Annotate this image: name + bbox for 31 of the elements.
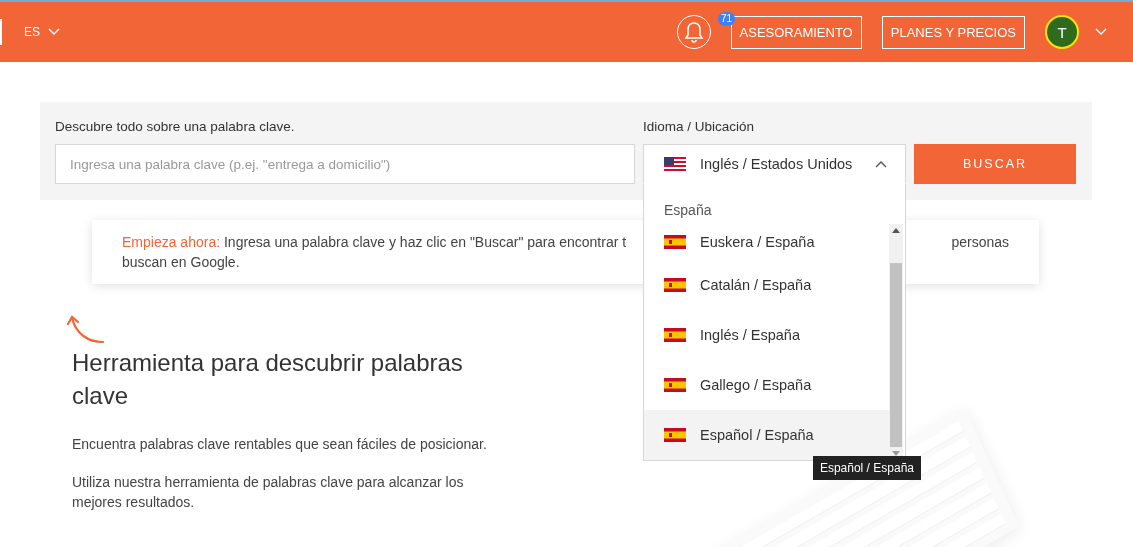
locale-option[interactable]: Euskera / España [644,224,889,260]
section-heading: Herramienta para descubrir palabras clave [72,348,464,411]
description-text: Utiliza nuestra herramienta de palabras clave para alcanzar los mejores resultados. [72,473,465,512]
chevron-down-icon[interactable] [1095,28,1107,36]
scroll-down-arrow-icon[interactable] [892,451,900,456]
spain-flag-icon [664,278,686,292]
locale-option[interactable]: Catalán / España [644,260,889,310]
chevron-down-icon [48,28,60,36]
keyword-input[interactable]: Ingresa una palabra clave (p.ej. "entrega a domicilio") [55,144,635,184]
us-flag-icon [664,157,686,171]
group-label: España [663,201,713,220]
tip-text: buscan en Google. [122,254,241,270]
locale-option[interactable]: Inglés / España [644,310,889,360]
chevron-icon [875,160,887,168]
spain-flag-icon [664,328,686,342]
field-label: Descubre todo sobre una palabra clave. [55,119,296,134]
field-label: Idioma / Ubicación [643,119,756,134]
spain-flag-icon [664,428,686,442]
tip-text: Empieza ahora: Ingresa una palabra clave y haz clic en "Buscar" para encontrar t [122,234,627,250]
user-avatar[interactable]: T [1045,15,1079,49]
scroll-up-arrow-icon[interactable] [892,228,900,233]
locale-select[interactable]: Inglés / Estados Unidos [643,144,906,184]
locale-option[interactable]: Español / España [644,410,889,460]
notification-count: 71 [718,12,736,26]
tip-text: personas [951,234,1009,250]
bell-icon [683,21,704,43]
locale-option[interactable]: Gallego / España [644,360,889,410]
spain-flag-icon [664,378,686,392]
spain-flag-icon [664,235,686,249]
description-text: Encuentra palabras clave rentables que sean fáciles de posicionar. [72,435,488,454]
tooltip: Español / España [812,456,921,480]
